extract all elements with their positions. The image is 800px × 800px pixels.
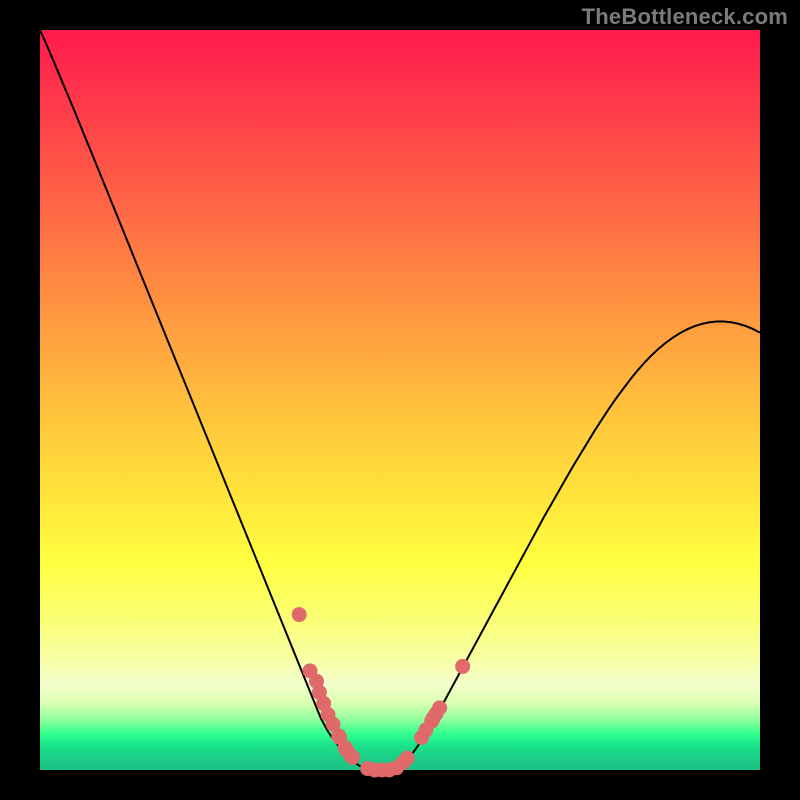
sample-marker	[432, 700, 447, 715]
sample-marker	[400, 751, 415, 766]
sample-marker	[455, 659, 470, 674]
plot-area	[40, 30, 760, 770]
bottleneck-curve	[40, 30, 760, 770]
sample-marker	[292, 607, 307, 622]
watermark-text: TheBottleneck.com	[582, 4, 788, 30]
sample-marker	[345, 750, 360, 765]
curve-svg	[40, 30, 760, 770]
chart-canvas: TheBottleneck.com	[0, 0, 800, 800]
sample-marker	[303, 663, 318, 678]
